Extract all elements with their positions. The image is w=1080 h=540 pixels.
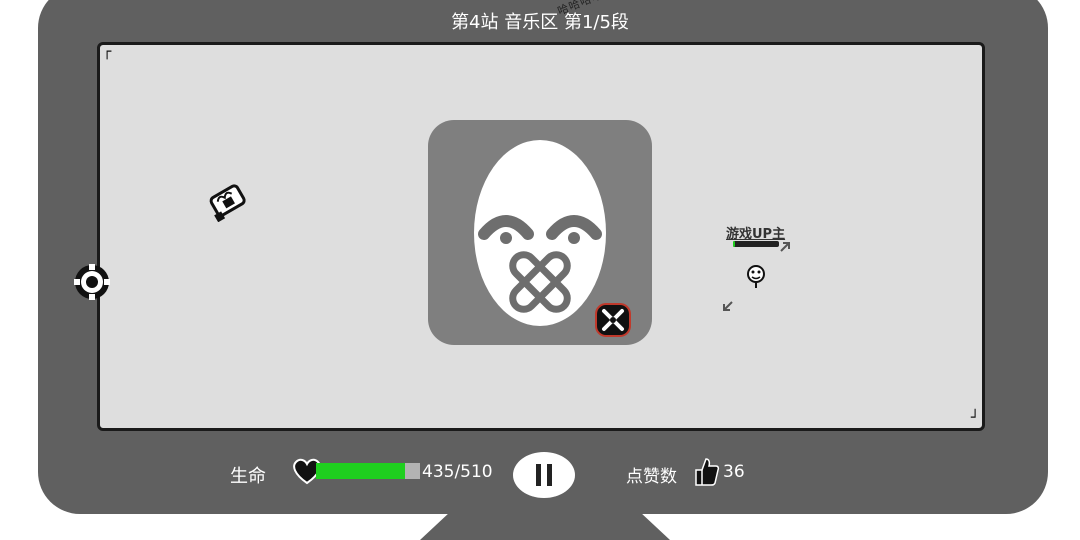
enemy-health-fill bbox=[733, 241, 735, 247]
hp-bar-fill bbox=[316, 463, 405, 479]
joystick-icon[interactable] bbox=[70, 262, 114, 302]
thumbs-up-icon bbox=[695, 458, 720, 486]
corner-mark-top-left: ┌ bbox=[103, 44, 112, 60]
likes-label: 点赞数 bbox=[626, 467, 677, 487]
stage-title: 第4站 音乐区 第1/5段 bbox=[451, 12, 629, 33]
player-character bbox=[209, 184, 246, 222]
boss-face-icon bbox=[474, 140, 606, 326]
enemy-name-label: 游戏UP主 bbox=[726, 227, 786, 242]
life-label: 生命 bbox=[230, 466, 266, 487]
arrow-up-right-icon bbox=[780, 242, 790, 252]
pause-icon-bar bbox=[547, 464, 552, 486]
hp-value: 435/510 bbox=[422, 462, 493, 482]
enemy-health-bar bbox=[733, 241, 779, 247]
monitor-stand bbox=[420, 512, 670, 540]
corner-mark-bottom-right: ┘ bbox=[971, 410, 980, 426]
enemy-character bbox=[747, 265, 765, 288]
skill-x-icon[interactable] bbox=[594, 302, 632, 338]
pause-icon bbox=[536, 464, 541, 486]
likes-count: 36 bbox=[723, 462, 745, 482]
pause-button[interactable] bbox=[513, 452, 575, 498]
arrow-down-left-icon bbox=[723, 301, 733, 311]
